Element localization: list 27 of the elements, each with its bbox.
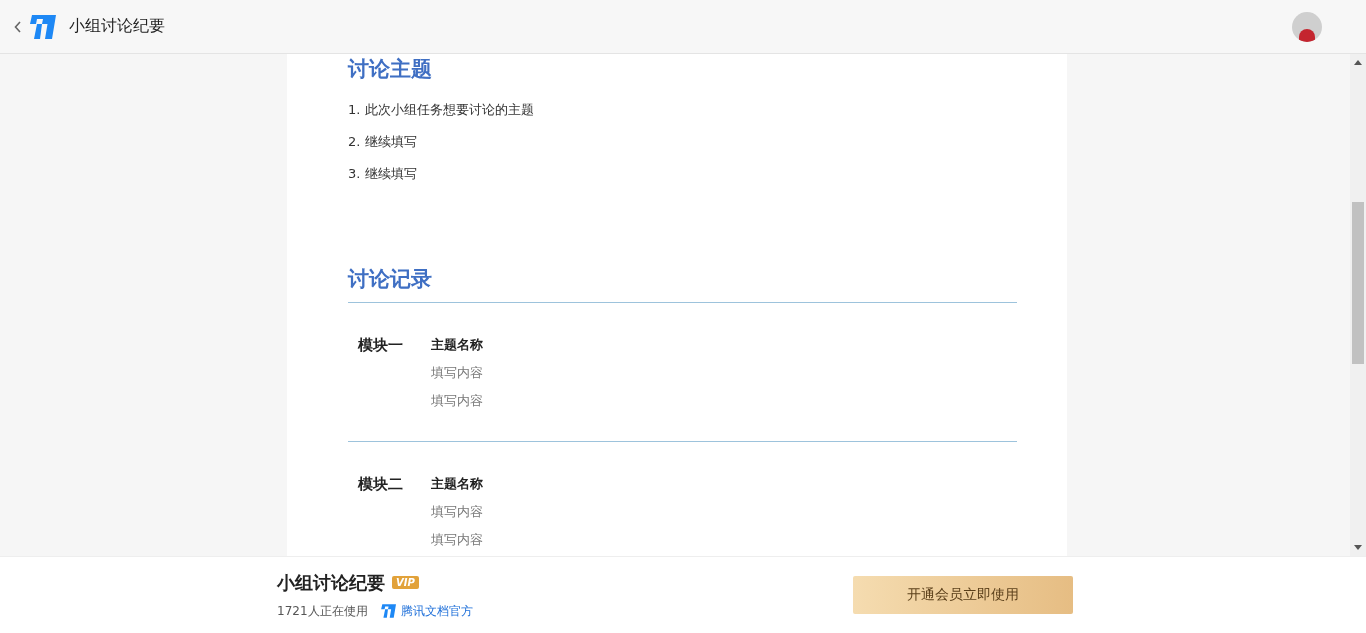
scroll-down-icon[interactable] [1354,545,1362,550]
author-link[interactable]: 腾讯文档官方 [400,602,473,620]
subscribe-button[interactable]: 开通会员立即使用 [853,576,1073,614]
logo-icon [28,14,56,39]
module-label: 模块一 [358,336,403,354]
list-item: 2. 继续填写 [348,133,418,151]
document-title: 小组讨论纪要 [69,16,165,37]
content-line: 填写内容 [431,531,483,549]
back-button[interactable] [14,20,22,33]
module-label: 模块二 [358,475,403,493]
avatar-icon[interactable] [1292,11,1322,42]
scroll-up-icon[interactable] [1354,60,1362,65]
list-item: 1. 此次小组任务想要讨论的主题 [348,101,535,119]
logo-icon [379,604,396,618]
content-line: 填写内容 [431,392,483,410]
section-heading: 讨论主题 [348,56,433,83]
section-heading: 讨论记录 [348,266,433,293]
topic-name: 主题名称 [431,336,483,354]
topic-name: 主题名称 [431,475,483,493]
vip-badge: VIP [392,576,419,589]
content-line: 填写内容 [431,364,483,382]
scrollbar[interactable] [1350,54,1366,556]
template-title: 小组讨论纪要 [277,570,385,595]
usage-count: 1721人正在使用 [277,602,368,620]
scroll-thumb[interactable] [1352,202,1364,364]
content-line: 填写内容 [431,503,483,521]
list-item: 3. 继续填写 [348,165,418,183]
